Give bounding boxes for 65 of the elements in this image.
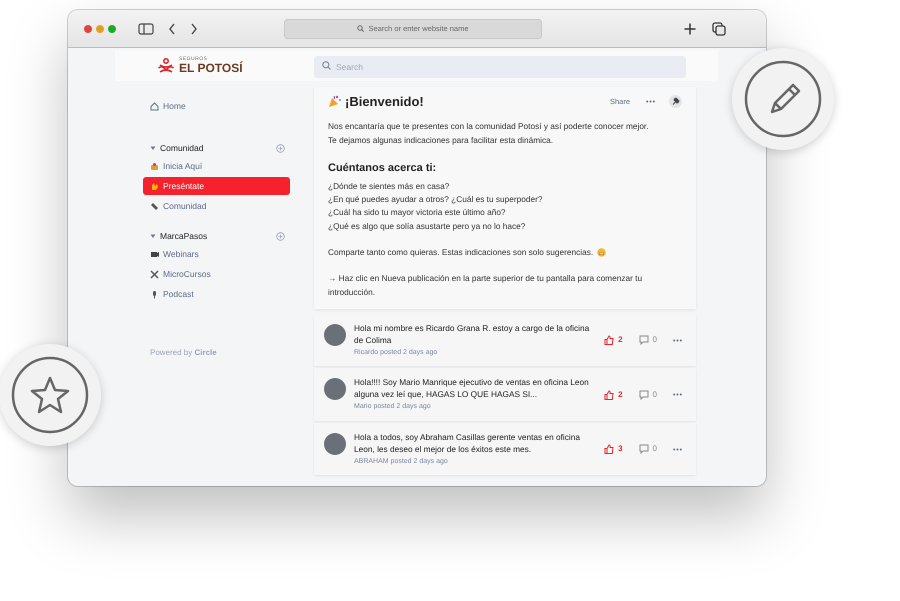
avatar — [324, 378, 346, 400]
comment-icon — [638, 390, 649, 400]
channel-link[interactable]: Inicia Aquí — [143, 157, 290, 175]
body-text: → Haz clic en Nueva publicación en la parte superior de tu pantalla para comenzar tu introducción. — [328, 272, 644, 299]
body-text: Comparte tanto como quieras. Estas indicaciones son solo sugerencias. — [328, 246, 594, 260]
window-control-dot[interactable] — [108, 24, 116, 32]
channel-link[interactable]: Preséntate — [143, 177, 290, 195]
comment-icon — [638, 335, 649, 346]
channel-icon — [150, 250, 159, 258]
window-control-dot[interactable] — [96, 24, 104, 32]
channel-link[interactable]: Comunidad — [143, 197, 290, 215]
avatar — [324, 324, 346, 346]
channel-link[interactable]: Webinars — [143, 245, 290, 263]
comment-icon — [638, 444, 649, 454]
like-button[interactable]: 3 — [604, 443, 623, 456]
body-text: Te dejamos algunas indicaciones para facilitar esta dinámica. — [328, 134, 554, 147]
body-text: ¿En qué puedes ayudar a otros? ¿Cuál es tu superpoder? — [328, 193, 544, 206]
search-icon — [322, 60, 331, 70]
search-icon — [357, 25, 364, 32]
section-header[interactable]: MarcaPasos — [143, 227, 290, 245]
body-text: ¿Cuál ha sido tu mayor victoria este último año? — [328, 206, 507, 220]
body-text: ¿Dónde te sientes más en casa? — [328, 180, 450, 193]
logo-wordmark: EL POTOSÍ — [179, 62, 243, 74]
logo-icon — [157, 58, 175, 74]
post-preview-text: Hola!!!! Soy Mario Manrique ejecutivo de ventas en oficina Leon alguna vez leí que, HAGAS LO QUE HAGAS SI... — [354, 376, 590, 400]
search-field[interactable]: Search — [314, 56, 686, 78]
forward-icon[interactable] — [190, 22, 198, 34]
party-popper-icon — [328, 95, 341, 108]
section-heading: Cuéntanos acerca ti: — [328, 160, 438, 176]
comment-button[interactable]: 0 — [638, 334, 657, 346]
more-icon[interactable] — [673, 448, 682, 451]
channel-icon — [150, 162, 159, 170]
avatar — [324, 432, 346, 455]
more-icon[interactable] — [673, 338, 682, 342]
body-text: ¿Qué es algo que solía asustarte pero ya no lo hace? — [328, 220, 526, 233]
comment-button[interactable]: 0 — [638, 443, 657, 456]
thumbs-up-icon — [604, 390, 614, 400]
more-icon[interactable] — [646, 100, 655, 104]
back-icon[interactable] — [168, 22, 176, 34]
window-control-dot[interactable] — [84, 24, 92, 32]
channel-icon — [150, 182, 159, 190]
channel-icon — [150, 290, 159, 298]
thumbs-up-icon — [604, 335, 614, 346]
powered-by-text: Powered by Circle — [149, 347, 218, 359]
pencil-icon — [744, 60, 822, 138]
channel-link[interactable]: MicroCursos — [143, 265, 290, 283]
section-header[interactable]: Comunidad — [143, 139, 290, 157]
sidebar-toggle-icon[interactable] — [138, 22, 154, 34]
home-link[interactable]: Home — [143, 97, 290, 115]
channel-icon — [150, 270, 159, 278]
channel-link[interactable]: Podcast — [143, 285, 290, 303]
thumbs-up-icon — [604, 444, 614, 454]
new-tab-icon[interactable] — [684, 22, 696, 34]
emoji-icon — [597, 248, 606, 258]
post-preview-text: Hola mi nombre es Ricardo Grana R. estoy a cargo de la oficina de Colima — [354, 322, 590, 346]
comment-button[interactable]: 0 — [638, 388, 657, 401]
home-icon — [150, 102, 159, 110]
channel-icon — [150, 202, 159, 210]
tabs-overview-icon[interactable] — [712, 22, 726, 36]
post-title: ¡Bienvenido! — [345, 95, 425, 108]
more-icon[interactable] — [673, 393, 682, 396]
body-text: Nos encantaría que te presentes con la comunidad Potosí y así poderte conocer mejor. — [328, 120, 650, 134]
post-preview-text: Hola a todos, soy Abraham Casillas gerente ventas en oficina Leon, les deseo el mejor de los éxitos este mes. — [354, 430, 581, 455]
like-button[interactable]: 2 — [604, 388, 623, 401]
like-button[interactable]: 2 — [604, 334, 623, 346]
